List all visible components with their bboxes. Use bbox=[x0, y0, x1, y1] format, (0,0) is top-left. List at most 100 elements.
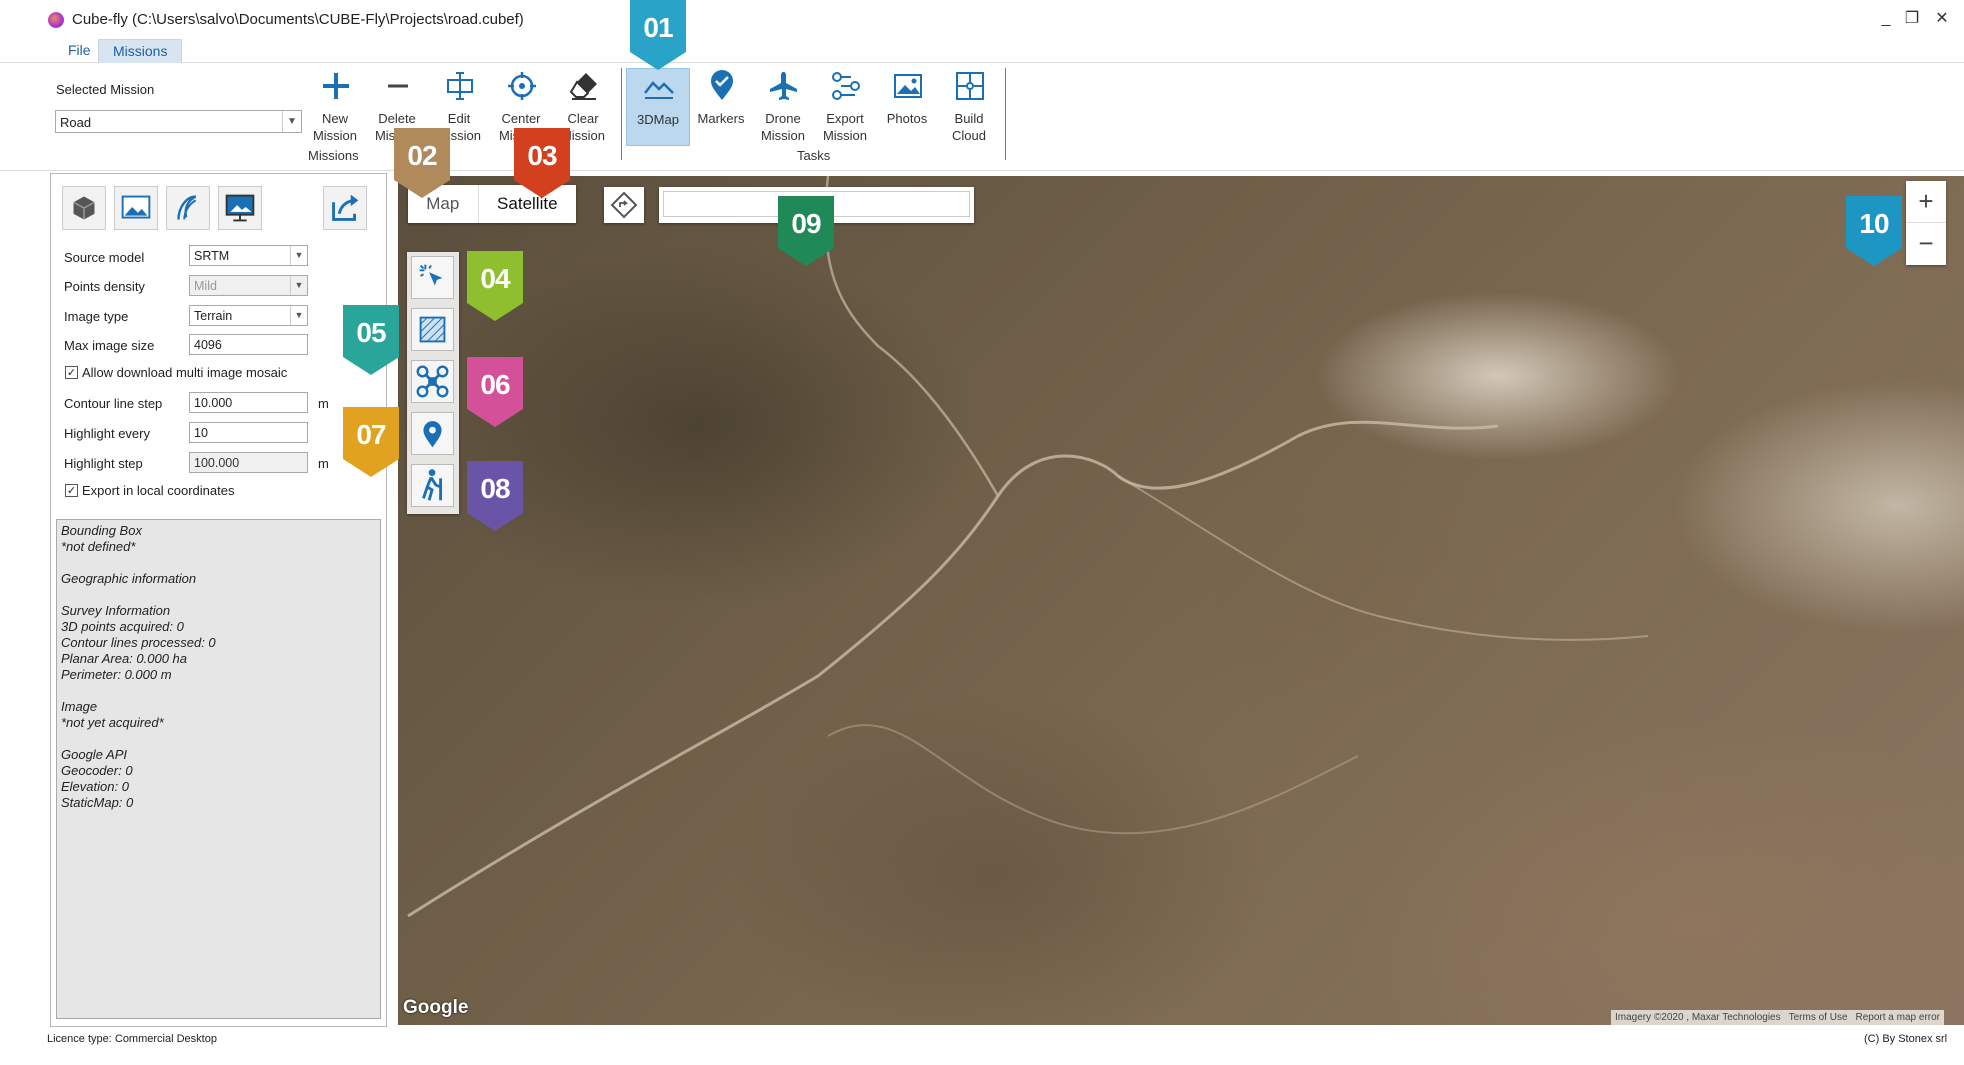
drone-icon bbox=[416, 365, 449, 398]
geocode-button[interactable] bbox=[604, 187, 644, 223]
export-mission-button[interactable]: Export Mission bbox=[814, 68, 876, 144]
callout-label: 08 bbox=[480, 473, 510, 504]
callout-label: 01 bbox=[643, 12, 673, 43]
airplane-icon bbox=[770, 72, 797, 100]
imagery-credit: Imagery ©2020 , Maxar Technologies bbox=[1615, 1012, 1781, 1023]
callout-badge: 01 bbox=[630, 0, 686, 72]
share-export-icon bbox=[332, 194, 359, 221]
satellite-map[interactable] bbox=[398, 176, 1964, 1025]
info-line: StaticMap: 0 bbox=[61, 795, 134, 810]
zoom-control: + − bbox=[1906, 181, 1946, 265]
photos-button[interactable]: Photos bbox=[876, 68, 938, 144]
image-icon bbox=[121, 195, 151, 219]
build-cloud-button[interactable]: Build Cloud bbox=[938, 68, 1000, 144]
rectangle-tool-button[interactable] bbox=[411, 308, 454, 351]
info-line bbox=[61, 587, 376, 603]
ribbon-separator bbox=[1005, 68, 1006, 160]
callout-badge: 07 bbox=[343, 407, 399, 479]
callout-badge: 06 bbox=[467, 357, 523, 429]
info-line: Elevation: 0 bbox=[61, 779, 129, 794]
max-image-size-value: 4096 bbox=[194, 338, 222, 352]
info-line: Image bbox=[61, 699, 98, 714]
ribbon-border bbox=[0, 170, 1964, 171]
contour-icon bbox=[177, 195, 197, 220]
3dmap-button[interactable]: 3DMap bbox=[626, 68, 690, 146]
restore-button[interactable]: ❐ bbox=[1900, 8, 1924, 30]
points-density-select[interactable]: Mild ▼ bbox=[189, 275, 308, 296]
callout-badge: 05 bbox=[343, 305, 399, 377]
allow-mosaic-checkbox[interactable]: ✓ bbox=[65, 366, 78, 379]
contour-line-step-field[interactable]: 10.000 bbox=[189, 392, 308, 413]
callout-label: 04 bbox=[480, 263, 510, 294]
max-image-size-field[interactable]: 4096 bbox=[189, 334, 308, 355]
source-model-value: SRTM bbox=[194, 249, 230, 263]
terms-of-use-link[interactable]: Terms of Use bbox=[1789, 1010, 1848, 1026]
callout-badge: 08 bbox=[467, 461, 523, 533]
report-error-link[interactable]: Report a map error bbox=[1856, 1010, 1940, 1026]
image-type-label: Image type bbox=[64, 309, 129, 324]
points-density-label: Points density bbox=[64, 279, 145, 294]
markers-label: Markers bbox=[697, 111, 745, 126]
info-line: Geographic information bbox=[61, 571, 197, 586]
info-line: Bounding Box bbox=[61, 523, 142, 538]
app-icon bbox=[48, 12, 64, 28]
export-local-checkbox[interactable]: ✓ bbox=[65, 484, 78, 497]
selected-mission-label: Selected Mission bbox=[56, 82, 155, 97]
zoom-in-button[interactable]: + bbox=[1906, 181, 1946, 223]
export-tool-button[interactable] bbox=[323, 186, 367, 230]
eraser-icon bbox=[569, 73, 597, 100]
zoom-out-button[interactable]: − bbox=[1906, 223, 1946, 264]
highlight-every-label: Highlight every bbox=[64, 426, 150, 441]
callout-badge: 03 bbox=[514, 128, 570, 200]
mission-select[interactable]: Road ▼ bbox=[55, 110, 302, 133]
highlight-every-field[interactable]: 10 bbox=[189, 422, 308, 443]
terrain-icon bbox=[644, 81, 674, 99]
markers-button[interactable]: Markers bbox=[690, 68, 752, 144]
info-line: Perimeter: 0.000 m bbox=[61, 667, 172, 682]
display-tool-button[interactable] bbox=[218, 186, 262, 230]
drone-tool-button[interactable] bbox=[411, 360, 454, 403]
info-line bbox=[61, 555, 376, 571]
highlight-every-value: 10 bbox=[194, 426, 208, 440]
info-line: Geocoder: 0 bbox=[61, 763, 133, 778]
monitor-icon bbox=[225, 194, 255, 222]
tab-missions[interactable]: Missions bbox=[98, 39, 183, 63]
drone-mission-label: Drone Mission bbox=[760, 111, 806, 143]
area-rectangle-icon bbox=[419, 316, 446, 343]
map-attribution: Imagery ©2020 , Maxar Technologies Terms… bbox=[1611, 1010, 1944, 1026]
close-button[interactable]: ✕ bbox=[1930, 8, 1954, 30]
callout-label: 06 bbox=[480, 369, 510, 400]
drone-mission-button[interactable]: Drone Mission bbox=[752, 68, 814, 144]
points-density-value: Mild bbox=[194, 279, 217, 293]
tab-file[interactable]: File bbox=[54, 39, 105, 62]
info-line: Planar Area: 0.000 ha bbox=[61, 651, 187, 666]
licence-status: Licence type: Commercial Desktop bbox=[47, 1033, 217, 1045]
select-tool-button[interactable] bbox=[411, 256, 454, 299]
export-mission-label: Export Mission bbox=[822, 111, 868, 143]
3dmap-label: 3DMap bbox=[637, 112, 679, 127]
contour-tool-button[interactable] bbox=[166, 186, 210, 230]
marker-tool-button[interactable] bbox=[411, 412, 454, 455]
plus-icon bbox=[323, 73, 349, 99]
highlight-step-label: Highlight step bbox=[64, 456, 143, 471]
info-line: Survey Information bbox=[61, 603, 171, 618]
survey-walk-tool-button[interactable] bbox=[411, 464, 454, 507]
source-model-select[interactable]: SRTM ▼ bbox=[189, 245, 308, 266]
minimize-button[interactable]: _ bbox=[1874, 8, 1898, 30]
image-tool-button[interactable] bbox=[114, 186, 158, 230]
direction-diamond-icon bbox=[610, 191, 638, 219]
info-line bbox=[61, 683, 376, 699]
info-line: 3D points acquired: 0 bbox=[61, 619, 184, 634]
image-type-select[interactable]: Terrain ▼ bbox=[189, 305, 308, 326]
callout-badge: 02 bbox=[394, 128, 450, 200]
info-line: *not defined* bbox=[61, 539, 136, 554]
new-mission-button[interactable]: New Mission bbox=[304, 68, 366, 144]
highlight-step-field[interactable]: 100.000 bbox=[189, 452, 308, 473]
hiker-icon bbox=[422, 469, 443, 501]
missions-group-label: Missions bbox=[308, 148, 359, 163]
cube-tool-button[interactable] bbox=[62, 186, 106, 230]
allow-mosaic-label: Allow download multi image mosaic bbox=[82, 365, 288, 380]
puzzle-icon bbox=[956, 72, 984, 100]
cursor-click-icon bbox=[419, 264, 443, 286]
callout-badge: 10 bbox=[1846, 196, 1902, 268]
